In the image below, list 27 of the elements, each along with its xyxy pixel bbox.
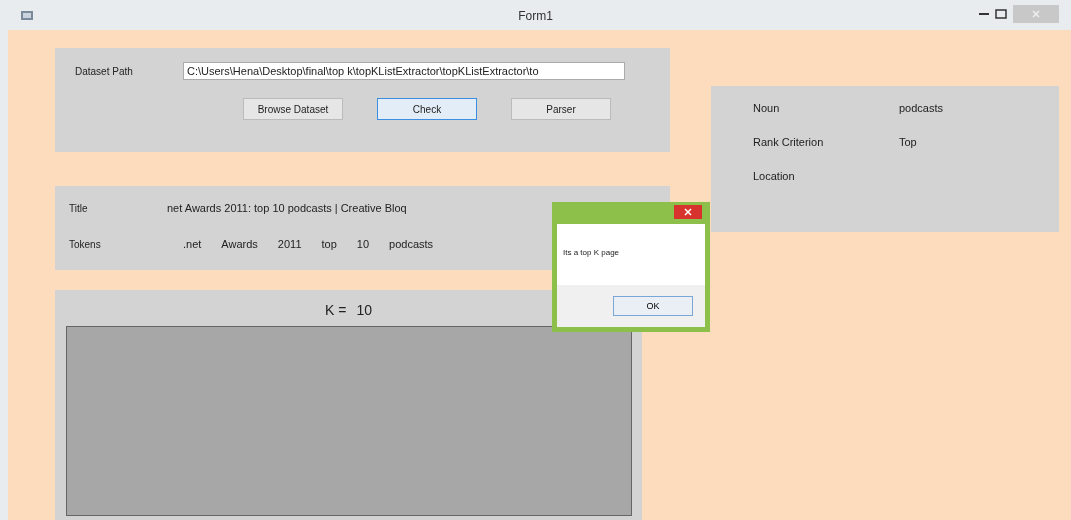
tokens-label: Tokens xyxy=(69,238,102,250)
path-field[interactable]: C:\Users\Hena\Desktop\final\top k\topKListExtractor\topKListExtractor\to xyxy=(183,62,625,80)
info-label: Location xyxy=(753,170,796,182)
token: 2011 xyxy=(277,238,302,250)
maximize-icon[interactable] xyxy=(995,9,1007,19)
action-button[interactable]: Parser xyxy=(511,98,611,120)
token: .net xyxy=(183,238,202,250)
token: Awards xyxy=(221,238,258,250)
title-label: Title xyxy=(69,202,89,214)
token: podcasts xyxy=(389,238,434,250)
page-title: net Awards 2011: top 10 podcasts | Creative Bloq xyxy=(167,202,407,214)
info-value: Top xyxy=(899,136,917,148)
action-button[interactable]: Check xyxy=(377,98,477,120)
info-value: podcasts xyxy=(899,102,944,114)
token: top xyxy=(321,238,337,250)
info-label: Rank Criterion xyxy=(753,136,825,148)
k-label: K = xyxy=(325,302,347,318)
action-button[interactable]: Browse Dataset xyxy=(243,98,343,120)
info-label: Noun xyxy=(753,102,781,114)
k-value: 10 xyxy=(356,302,372,318)
dialog-message: Its a top K page xyxy=(562,247,621,259)
window-title: Form1 xyxy=(518,9,553,23)
ok-button[interactable]: OK xyxy=(613,296,693,316)
app-icon xyxy=(20,9,34,21)
minimize-icon[interactable] xyxy=(979,12,989,16)
field-label: Dataset Path xyxy=(75,65,134,77)
token: 10 xyxy=(356,238,370,250)
